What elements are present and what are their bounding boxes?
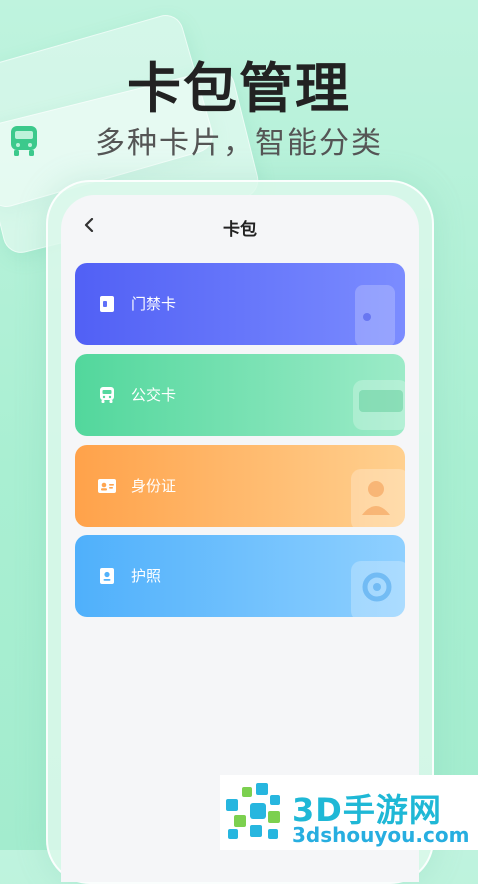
card-access-card[interactable]: 门禁卡: [75, 263, 405, 345]
watermark: 3D手游网 3dshouyou.com: [220, 775, 478, 850]
card-id-card[interactable]: 身份证: [75, 445, 405, 527]
nav-bar: 卡包: [61, 195, 419, 255]
card-bus-card[interactable]: 公交卡: [75, 354, 405, 436]
card-label: 护照: [131, 567, 162, 585]
door-icon: [355, 285, 395, 345]
card-passport[interactable]: 护照: [75, 535, 405, 617]
door-card-icon: [100, 296, 114, 312]
person-icon: [351, 469, 405, 527]
card-label: 门禁卡: [131, 295, 177, 313]
page-title: 卡包: [223, 220, 257, 240]
passport-icon: [100, 568, 114, 584]
card-label: 身份证: [131, 477, 177, 495]
globe-icon: [351, 561, 405, 617]
bus-icon: [353, 380, 405, 430]
watermark-logo-icon: [226, 783, 280, 839]
card-label: 公交卡: [131, 386, 177, 404]
hero-subtitle: 多种卡片，智能分类: [95, 126, 383, 161]
id-card-icon: [98, 479, 116, 493]
bus-icon: [100, 387, 114, 403]
watermark-url: 3dshouyou.com: [292, 823, 470, 847]
hero-title: 卡包管理: [127, 57, 351, 120]
